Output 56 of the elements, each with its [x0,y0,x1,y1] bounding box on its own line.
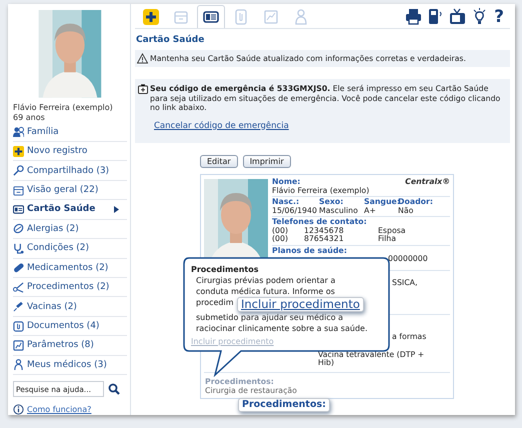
phone-icon[interactable] [427,8,444,25]
help-button[interactable]: ? [494,8,504,26]
sidebar-item[interactable]: Cartão Saúde [13,200,127,220]
sidebar-item[interactable]: Família [13,122,127,142]
magnified-link[interactable]: Incluir procedimento [237,297,364,312]
scissors-icon [13,282,24,293]
profile-age: 69 anos [13,112,46,123]
folder-icon [173,9,189,25]
help-link[interactable]: Como funciona? [27,405,92,414]
sidebar-item[interactable]: Documentos (4) [13,316,127,336]
syringe-icon [13,301,24,312]
tooltip-text: submetido para ajudar seu médico a [195,312,344,323]
id-card-icon [13,204,24,215]
printer-icon[interactable] [405,8,422,25]
profile-name: Flávio Ferreira (exemplo) [13,102,114,113]
search-icon[interactable] [108,383,120,396]
tv-icon[interactable] [449,8,466,25]
sidebar-item[interactable]: Procedimentos (2) [13,278,127,298]
clip-icon [13,320,24,332]
chart-icon [263,9,279,25]
person-icon [293,9,309,25]
cancel-link[interactable]: Cancelar código de emergência [154,122,289,131]
arrow-icon [114,206,119,213]
sidebar-item[interactable]: Compartilhado (3) [13,161,127,181]
toolbar-tab[interactable] [197,5,225,28]
info-icon [13,404,24,415]
card-button[interactable]: Editar [200,155,238,168]
magnified-label: Procedimentos: [238,398,330,412]
plus-icon [143,9,159,25]
clip-icon [233,9,249,25]
tooltip-title: Procedimentos [191,265,260,275]
sidebar-item[interactable]: Meus médicos (3) [13,356,127,376]
sidebar-item[interactable]: Alergias (2) [13,220,127,240]
chart-icon [13,340,24,351]
warning-icon [137,53,148,64]
page-title: Cartão Saúde [136,35,206,45]
tooltip-text: raciocinar clinicamente sobre a sua saúde. [195,323,368,334]
card-button[interactable]: Imprimir [242,155,291,168]
sidebar-item[interactable]: Vacinas (2) [13,297,127,317]
medical-kit-icon [138,84,148,94]
pill-icon [13,262,24,274]
people-icon [13,126,24,138]
sidebar-item[interactable]: Visão geral (22) [13,180,127,200]
id-card-icon [203,9,219,25]
tooltip-text: conduta médica futura. Informe os [195,286,335,297]
key-icon [13,165,24,176]
tooltip-text: Cirurgias prévias podem orientar a [195,275,336,286]
stethoscope-icon [13,242,24,254]
folder-icon [13,184,24,196]
sidebar-item[interactable]: Condições (2) [13,239,127,259]
sidebar-item[interactable]: Medicamentos (2) [13,258,127,278]
sidebar-item[interactable]: Parâmetros (8) [13,336,127,356]
sidebar-item[interactable]: Novo registro [13,142,127,162]
tooltip-text: procedim [195,297,234,309]
plus-icon [13,146,24,157]
lightbulb-icon[interactable] [471,8,488,25]
